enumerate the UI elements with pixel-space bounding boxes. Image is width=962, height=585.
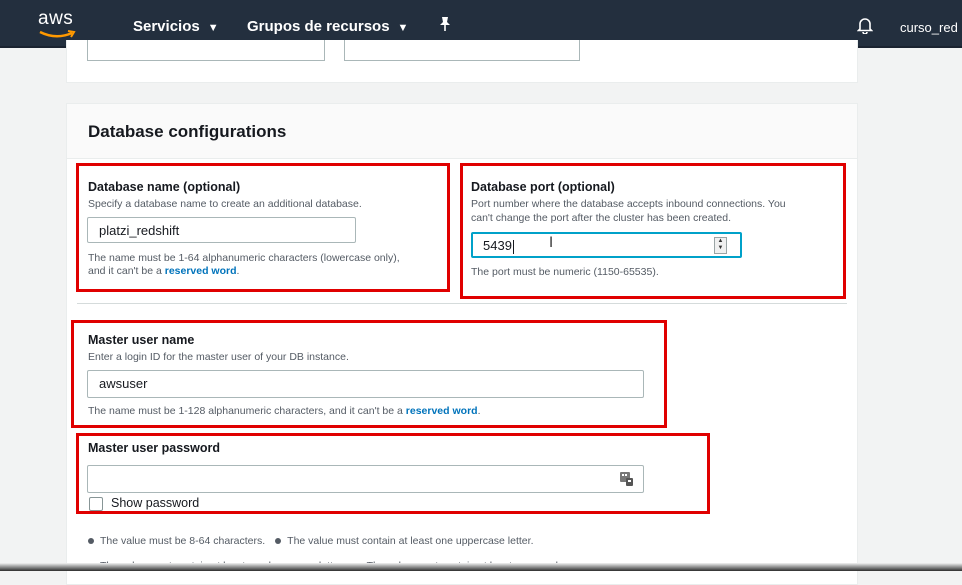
database-name-hint-line2: and it can't be a reserved word. [88, 265, 400, 278]
aws-logo-text: aws [38, 8, 74, 29]
master-user-name-label: Master user name [88, 333, 195, 347]
database-port-description-line1: Port number where the database accepts i… [471, 198, 786, 210]
database-port-value: 5439 [483, 238, 512, 253]
database-port-hint: The port must be numeric (1150-65535). [471, 266, 659, 278]
chevron-down-icon: ▼ [207, 22, 219, 34]
panel-header: Database configurations [67, 104, 857, 159]
bell-icon[interactable] [857, 16, 873, 34]
aws-smile-icon [39, 30, 76, 38]
chevron-down-icon: ▼ [397, 22, 409, 34]
reserved-word-link[interactable]: reserved word [406, 405, 478, 417]
show-password-checkbox[interactable] [89, 497, 103, 511]
show-password-label[interactable]: Show password [111, 496, 199, 510]
database-name-hint-line1: The name must be 1-64 alphanumeric chara… [88, 252, 400, 264]
pin-icon[interactable] [438, 16, 452, 32]
panel-title: Database configurations [88, 122, 287, 141]
master-user-name-description: Enter a login ID for the master user of … [88, 351, 349, 363]
bottom-edge [0, 563, 962, 571]
password-rules-row: The value must be 8-64 characters. The va… [88, 535, 534, 547]
bullet-icon [275, 538, 282, 545]
previous-input[interactable] [87, 40, 325, 61]
section-divider [77, 303, 847, 304]
hint-period: . [236, 265, 240, 277]
aws-logo[interactable]: aws [38, 8, 82, 42]
database-name-input[interactable]: platzi_redshift [87, 217, 356, 243]
database-port-label: Database port (optional) [471, 180, 615, 194]
number-spinner-icon[interactable]: ▲ ▼ [714, 237, 727, 254]
hint-period: . [477, 405, 481, 417]
master-user-password-input[interactable] [87, 465, 644, 493]
master-user-password-label: Master user password [88, 441, 220, 455]
previous-panel [66, 40, 858, 83]
database-configurations-panel: Database configurations Database name (o… [66, 103, 858, 585]
previous-input[interactable] [344, 40, 580, 61]
database-port-input[interactable]: 5439 [471, 232, 742, 258]
bullet-icon [88, 538, 94, 545]
services-menu[interactable]: Servicios ▼ [133, 18, 219, 35]
password-rule: The value must contain at least one uppe… [287, 535, 534, 547]
account-menu[interactable]: curso_red [900, 20, 958, 35]
database-name-hint-text: and it can't be a [88, 265, 162, 277]
master-user-name-input[interactable]: awsuser [87, 370, 644, 398]
password-rule: The value must be 8-64 characters. [100, 535, 266, 547]
resource-groups-menu-label: Grupos de recursos [247, 18, 390, 35]
master-user-name-hint-text: The name must be 1-128 alphanumeric char… [88, 405, 403, 417]
reserved-word-link[interactable]: reserved word [165, 265, 237, 277]
database-name-label: Database name (optional) [88, 180, 241, 194]
ibeam-cursor-icon: Ι [549, 235, 554, 251]
database-port-description: Port number where the database accepts i… [471, 197, 786, 225]
password-manager-icon[interactable] [620, 472, 633, 486]
database-name-hint: The name must be 1-64 alphanumeric chara… [88, 252, 400, 278]
database-name-description: Specify a database name to create an add… [88, 198, 362, 210]
master-user-name-hint: The name must be 1-128 alphanumeric char… [88, 405, 481, 418]
resource-groups-menu[interactable]: Grupos de recursos ▼ [247, 18, 408, 35]
text-caret [512, 239, 514, 254]
services-menu-label: Servicios [133, 18, 200, 35]
database-port-description-line2: can't change the port after the cluster … [471, 212, 732, 224]
